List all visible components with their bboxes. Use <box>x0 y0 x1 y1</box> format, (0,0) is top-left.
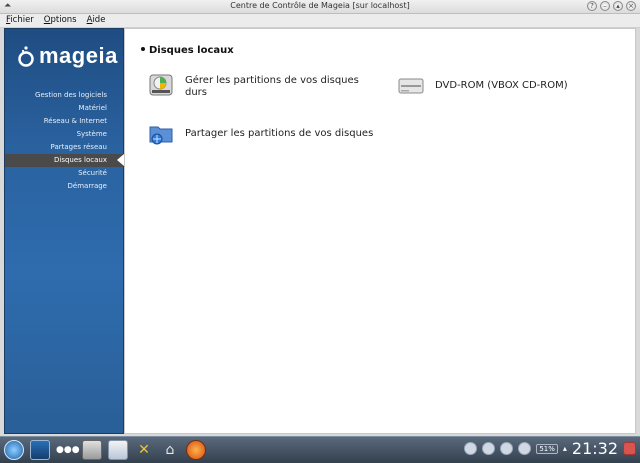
sidebar-item-hardware[interactable]: Matériel <box>5 102 123 115</box>
activities-icon[interactable]: ●●● <box>56 440 80 460</box>
close-button[interactable]: × <box>626 1 636 11</box>
mail-icon[interactable] <box>108 440 128 460</box>
tools-icon[interactable]: ✕ <box>134 440 154 460</box>
clipboard-icon[interactable] <box>500 442 514 455</box>
network-icon[interactable]: ⌂ <box>160 440 180 460</box>
menu-aide[interactable]: Aide <box>87 14 106 27</box>
help-button[interactable]: ? <box>587 1 597 11</box>
sidebar-item-network[interactable]: Réseau & Internet <box>5 115 123 128</box>
pager-icon[interactable] <box>82 440 102 460</box>
system-tray: 51% ▴ 21:32 <box>464 439 636 458</box>
start-menu-icon[interactable] <box>4 440 24 460</box>
tool-share-partitions-label: Partager les partitions de vos disques <box>185 128 374 139</box>
logo-text: mageia <box>39 43 118 68</box>
tool-dvd-rom-label: DVD-ROM (VBOX CD-ROM) <box>435 80 568 91</box>
window-title: Centre de Contrôle de Mageia [sur localh… <box>230 1 410 10</box>
firefox-icon[interactable] <box>186 440 206 460</box>
sidebar-item-security[interactable]: Sécurité <box>5 167 123 180</box>
hard-disk-icon <box>149 74 173 96</box>
sidebar-item-software[interactable]: Gestion des logiciels <box>5 89 123 102</box>
maximize-button[interactable]: ▴ <box>613 1 623 11</box>
sidebar-item-boot[interactable]: Démarrage <box>5 180 123 193</box>
mageia-logo-icon <box>18 46 34 67</box>
sidebar-item-network-shares[interactable]: Partages réseau <box>5 141 123 154</box>
minimize-button[interactable]: – <box>600 1 610 11</box>
tool-manage-partitions-label: Gérer les partitions de vos disques durs <box>185 75 359 98</box>
sidebar: mageia Gestion des logiciels Matériel Ré… <box>4 28 124 434</box>
update-icon[interactable] <box>482 442 496 455</box>
battery-indicator[interactable]: 51% <box>536 443 558 454</box>
tool-share-partitions[interactable]: Partager les partitions de vos disques <box>147 119 397 147</box>
menu-options[interactable]: Options <box>44 14 77 27</box>
title-bar: ⏶ Centre de Contrôle de Mageia [sur loca… <box>0 0 640 14</box>
menu-bar: Fichier Options Aide <box>0 14 640 28</box>
shutdown-icon[interactable] <box>623 442 636 455</box>
taskbar: ●●● ✕ ⌂ 51% ▴ 21:32 <box>0 436 640 463</box>
tool-manage-partitions[interactable]: Gérer les partitions de vos disques durs <box>147 71 377 99</box>
volume-icon[interactable] <box>518 442 532 455</box>
shared-folder-icon <box>149 126 173 145</box>
tray-expand-icon[interactable]: ▴ <box>563 444 567 453</box>
clock[interactable]: 21:32 <box>572 439 618 458</box>
sidebar-item-local-disks[interactable]: Disques locaux <box>5 154 124 167</box>
sidebar-nav: Gestion des logiciels Matériel Réseau & … <box>5 89 124 193</box>
mageia-logo: mageia <box>17 43 118 69</box>
section-title: Disques locaux <box>141 45 234 56</box>
network-status-icon[interactable] <box>464 442 478 455</box>
sidebar-item-system[interactable]: Système <box>5 128 123 141</box>
tool-dvd-rom[interactable]: DVD-ROM (VBOX CD-ROM) <box>397 71 617 99</box>
menu-fichier[interactable]: Fichier <box>6 14 34 27</box>
desktop-icon[interactable] <box>30 440 50 460</box>
main-panel: Disques locaux Gérer les partitions de v… <box>124 28 636 434</box>
optical-drive-icon <box>398 78 424 94</box>
